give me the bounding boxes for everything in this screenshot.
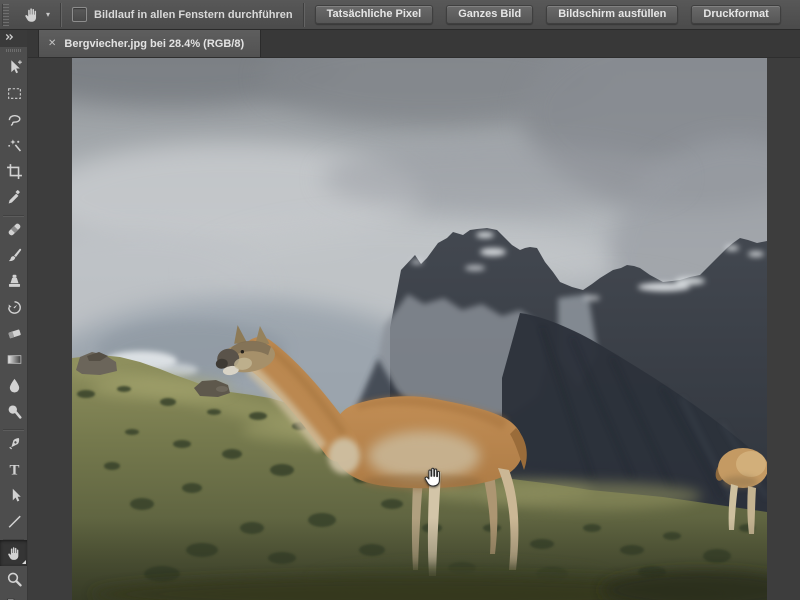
scroll-all-windows-checkbox[interactable]	[72, 7, 88, 22]
dodge-tool[interactable]	[0, 398, 27, 424]
bildschirm-ausfullen-button[interactable]: Bildschirm ausfüllen	[546, 5, 679, 24]
tools-list: T	[0, 54, 27, 600]
type-tool[interactable]: T	[0, 456, 27, 482]
close-icon[interactable]: ✕	[48, 38, 56, 49]
magic-wand-tool[interactable]	[0, 132, 27, 158]
marquee-icon	[7, 87, 21, 99]
hand-icon	[7, 546, 18, 560]
foreground-grass	[72, 518, 767, 600]
double-arrow-right-icon	[4, 30, 16, 48]
blur-icon	[9, 378, 19, 393]
tools-panel-grip[interactable]	[0, 47, 27, 54]
hand-icon	[21, 4, 43, 26]
zoom-tool[interactable]	[0, 566, 27, 592]
options-bar: ▾ Bildlauf in allen Fenstern durchführen…	[0, 0, 800, 30]
history-brush-tool[interactable]	[0, 294, 27, 320]
pen-tool[interactable]	[0, 430, 27, 456]
brush-tool[interactable]	[0, 242, 27, 268]
gradient-icon	[7, 354, 21, 364]
photo-image	[72, 58, 767, 600]
magic-wand-icon	[7, 138, 21, 152]
document-tab[interactable]: ✕ Bergviecher.jpg bei 28.4% (RGB/8)	[38, 30, 262, 57]
eyedropper-tool[interactable]	[0, 184, 27, 210]
clone-stamp-tool[interactable]	[0, 268, 27, 294]
line-icon	[8, 515, 21, 528]
move-tool[interactable]	[0, 54, 27, 80]
dodge-icon	[8, 404, 22, 419]
scroll-all-windows-label: Bildlauf in allen Fenstern durchführen	[94, 8, 293, 21]
separator	[60, 2, 63, 27]
blur-tool[interactable]	[0, 372, 27, 398]
crop-tool[interactable]	[0, 158, 27, 184]
gradient-tool[interactable]	[0, 346, 27, 372]
ganzes-bild-button[interactable]: Ganzes Bild	[446, 5, 534, 24]
eyedropper-icon	[8, 189, 20, 203]
svg-text:T: T	[9, 462, 19, 477]
eraser-icon	[8, 329, 21, 338]
tools-panel: T	[0, 30, 28, 600]
rectangular-marquee-tool[interactable]	[0, 80, 27, 106]
photoshop-window: ▾ Bildlauf in allen Fenstern durchführen…	[0, 0, 800, 600]
zoom-icon	[7, 572, 22, 587]
lasso-tool[interactable]	[0, 106, 27, 132]
lasso-icon	[8, 114, 21, 126]
path-selection-tool[interactable]	[0, 482, 27, 508]
move-icon	[10, 59, 22, 73]
druckformat-button[interactable]: Druckformat	[691, 5, 781, 24]
pen-icon	[8, 437, 19, 449]
line-tool[interactable]	[0, 508, 27, 534]
tatsachliche-pixel-button[interactable]: Tatsächliche Pixel	[314, 5, 434, 24]
tools-panel-header[interactable]	[0, 30, 27, 47]
hand-icon	[25, 7, 37, 22]
double-arrow-right-icon	[5, 33, 14, 40]
chevron-down-icon[interactable]: ▾	[46, 10, 50, 19]
crop-icon	[6, 163, 22, 179]
healing-brush-icon	[8, 223, 20, 235]
clone-stamp-icon	[8, 274, 20, 287]
photo-canvas[interactable]	[72, 58, 767, 600]
eraser-tool[interactable]	[0, 320, 27, 346]
history-brush-icon	[7, 300, 21, 314]
hand-cursor	[422, 464, 446, 495]
document-tab-bar: ✕ Bergviecher.jpg bei 28.4% (RGB/8)	[28, 30, 800, 58]
hand-tool[interactable]	[0, 540, 27, 566]
path-selection-icon	[12, 488, 21, 501]
options-buttons: Tatsächliche Pixel Ganzes Bild Bildschirm …	[314, 5, 781, 24]
healing-brush-tool[interactable]	[0, 216, 27, 242]
separator	[302, 2, 305, 27]
swatches-icon	[6, 598, 20, 600]
document-tab-title: Bergviecher.jpg bei 28.4% (RGB/8)	[64, 37, 245, 50]
color-swatches-tool[interactable]	[0, 592, 27, 600]
type-icon: T	[9, 462, 19, 477]
options-bar-grip[interactable]	[2, 3, 9, 26]
brush-icon	[8, 248, 21, 261]
